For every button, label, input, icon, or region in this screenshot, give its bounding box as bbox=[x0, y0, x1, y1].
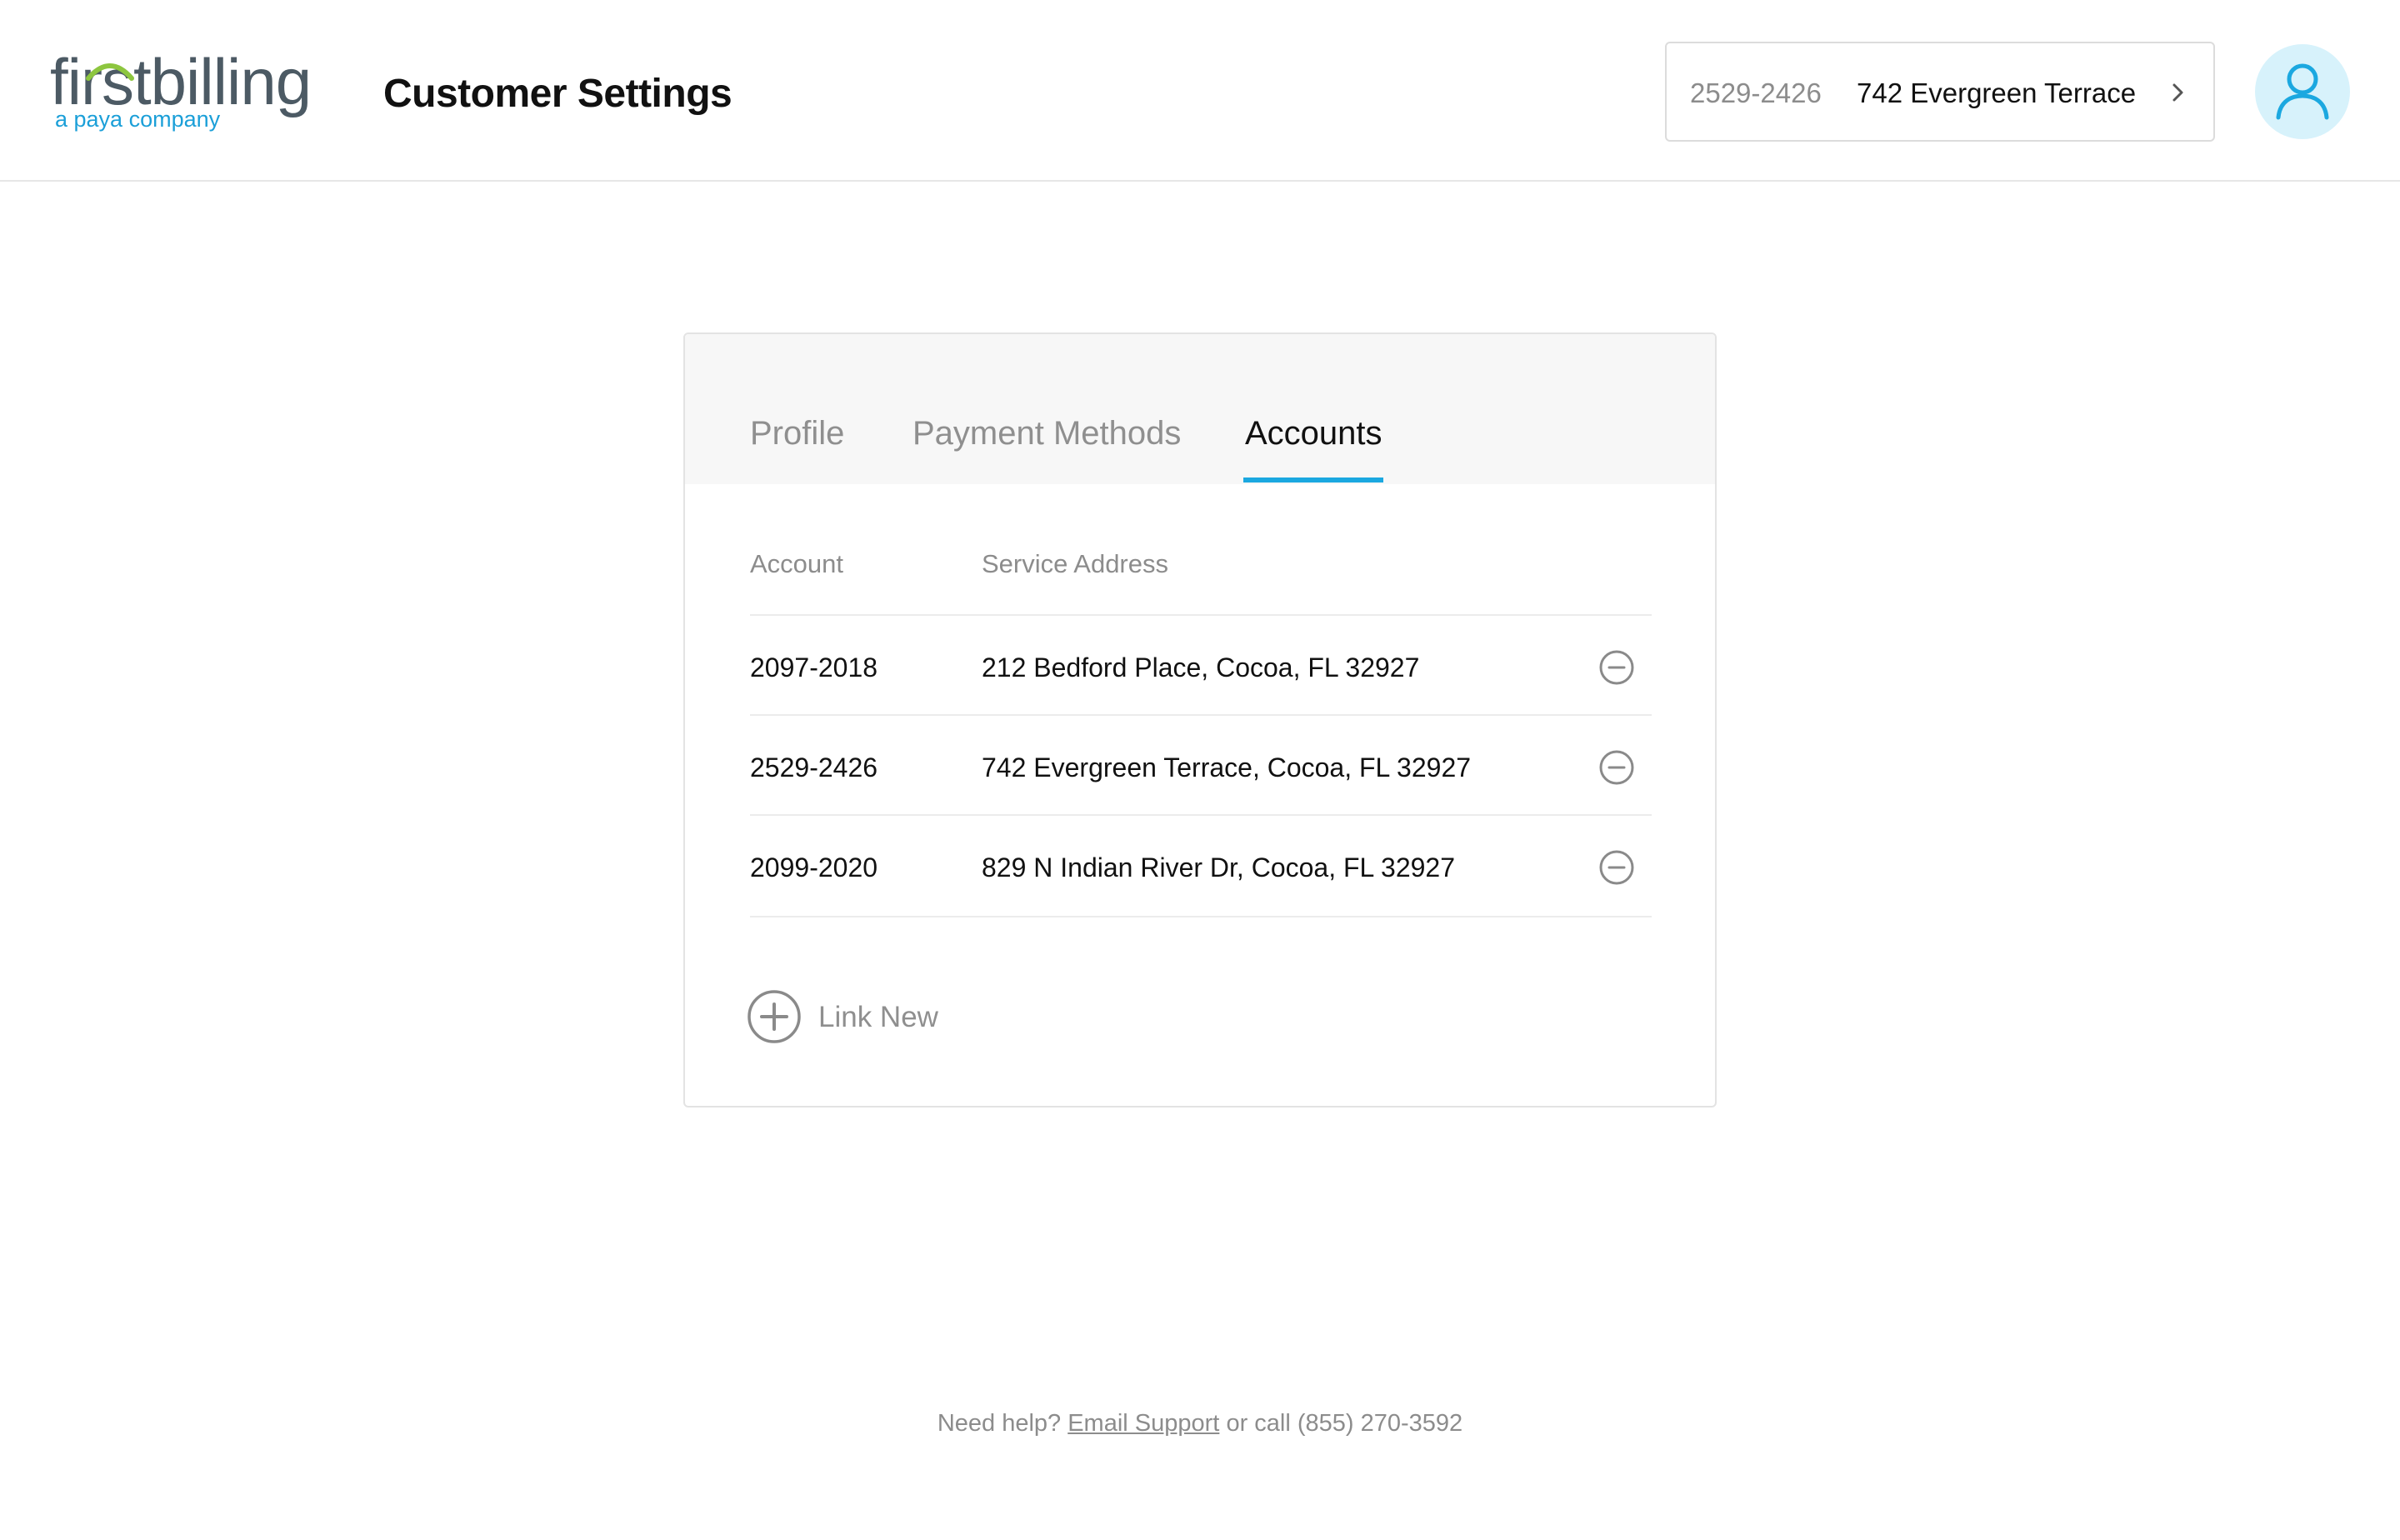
remove-circle-icon[interactable] bbox=[1598, 849, 1635, 886]
current-account-number: 2529-2426 bbox=[1690, 78, 1822, 108]
accounts-list: 2097-2018 212 Bedford Place, Cocoa, FL 3… bbox=[750, 614, 1652, 918]
service-address: 829 N Indian River Dr, Cocoa, FL 32927 bbox=[982, 852, 1456, 882]
email-support-link[interactable]: Email Support bbox=[1068, 1410, 1219, 1437]
help-phone-text: or call (855) 270-3592 bbox=[1226, 1410, 1463, 1437]
user-icon bbox=[2276, 63, 2329, 120]
tab-accounts[interactable]: Accounts bbox=[1245, 412, 1382, 454]
remove-circle-icon[interactable] bbox=[1598, 649, 1635, 686]
tab-profile[interactable]: Profile bbox=[750, 412, 844, 454]
service-address: 742 Evergreen Terrace, Cocoa, FL 32927 bbox=[982, 752, 1472, 782]
chevron-right-icon bbox=[2172, 83, 2183, 102]
link-new-label: Link New bbox=[818, 1001, 938, 1033]
top-bar: firstbilling a paya company Customer Set… bbox=[0, 0, 2400, 182]
settings-card: Profile Payment Methods Accounts Account… bbox=[683, 332, 1717, 1108]
account-switcher-button[interactable]: 2529-2426 742 Evergreen Terrace bbox=[1665, 42, 2215, 142]
service-address: 212 Bedford Place, Cocoa, FL 32927 bbox=[982, 652, 1420, 682]
column-header-account: Account bbox=[750, 549, 844, 578]
current-account-address: 742 Evergreen Terrace bbox=[1857, 78, 2137, 108]
link-new-account-button[interactable]: Link New bbox=[747, 988, 963, 1046]
settings-tabs: Profile Payment Methods Accounts bbox=[685, 334, 1715, 484]
help-footer: Need help? Email Support or call (855) 2… bbox=[0, 1407, 2400, 1440]
logo-tagline: a paya company bbox=[55, 107, 221, 132]
table-row: 2097-2018 212 Bedford Place, Cocoa, FL 3… bbox=[750, 614, 1652, 714]
column-header-service-address: Service Address bbox=[982, 549, 1168, 578]
remove-circle-icon[interactable] bbox=[1598, 749, 1635, 786]
active-tab-indicator bbox=[1243, 478, 1383, 482]
add-circle-icon bbox=[748, 990, 801, 1043]
help-prefix: Need help? bbox=[937, 1410, 1062, 1437]
account-number: 2097-2018 bbox=[750, 652, 878, 682]
tab-payment-methods[interactable]: Payment Methods bbox=[912, 412, 1181, 454]
user-avatar-button[interactable] bbox=[2255, 44, 2350, 139]
first-billing-logo[interactable]: firstbilling a paya company bbox=[50, 48, 333, 140]
account-number: 2099-2020 bbox=[750, 852, 878, 882]
logo-arc-icon bbox=[86, 63, 134, 81]
table-row: 2099-2020 829 N Indian River Dr, Cocoa, … bbox=[750, 814, 1652, 918]
table-row: 2529-2426 742 Evergreen Terrace, Cocoa, … bbox=[750, 714, 1652, 814]
page-title: Customer Settings bbox=[383, 72, 732, 116]
account-number: 2529-2426 bbox=[750, 752, 878, 782]
